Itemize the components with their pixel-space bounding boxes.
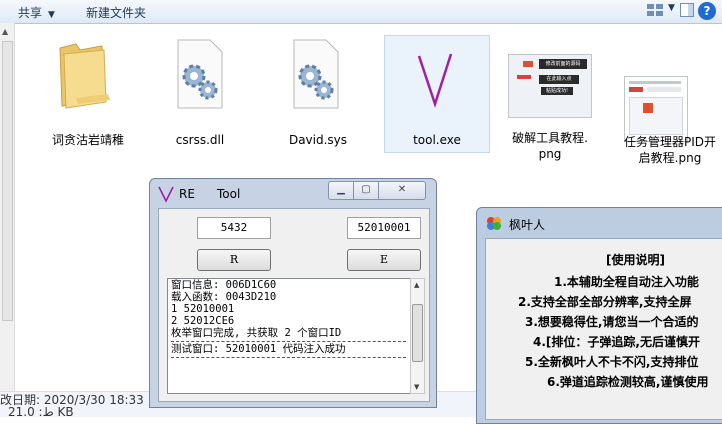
explorer-toolbar: 共享 ▼ 新建文件夹 ▼ ?: [0, 0, 722, 24]
preview-pane-icon[interactable]: [680, 3, 700, 19]
instruction-line: 3.想要稳得住,请您当一个合适的: [525, 315, 699, 329]
minimize-button[interactable]: ▁: [328, 181, 354, 200]
instruction-line: 5.全新枫叶人不卡不闪,支持排位: [525, 355, 699, 369]
scrollbar-thumb[interactable]: [412, 304, 423, 362]
file-label: 任务管理器PID开: [623, 135, 717, 149]
chevron-down-icon: ▼: [48, 10, 55, 20]
log-line: 载入函数: 0043D210: [171, 291, 277, 303]
file-size: ط: 21.0 KB: [8, 405, 74, 419]
re-tool-titlebar[interactable]: RE Tool ▁ ▢ ✕: [150, 179, 436, 207]
tool-exe-logo-icon: [417, 53, 453, 109]
scrollbar-thumb[interactable]: [2, 41, 13, 321]
file-label-ext: png: [538, 147, 562, 161]
file-item-taskmgr-tutorial-png[interactable]: 任务管理器PID开 启教程.png: [618, 34, 722, 165]
e-button[interactable]: E: [347, 249, 421, 271]
thumbnail-bubble-1: 修改前面的源码: [539, 59, 587, 69]
navigation-scrollbar[interactable]: ▲: [0, 23, 15, 391]
gear-file-icon: [293, 39, 339, 109]
thumbnail-bubble-3: 粘贴成功!: [541, 87, 573, 95]
file-label: csrss.dll: [175, 133, 225, 147]
help-icon[interactable]: ?: [698, 2, 716, 20]
thumbnail-bubble-2: 在此输入点: [539, 75, 579, 84]
view-options-icon[interactable]: [646, 3, 666, 19]
re-logo-icon: [158, 186, 174, 203]
file-item-csrss-dll[interactable]: csrss.dll: [152, 34, 248, 154]
r-button[interactable]: R: [197, 249, 271, 271]
thumbnail-marker: [523, 61, 533, 67]
log-separator: [171, 357, 406, 358]
image-thumbnail: [624, 76, 688, 142]
instruction-line: 2.支持全部全部分辨率,支持全屏: [518, 295, 692, 309]
maple-window[interactable]: 枫叶人 [使用说明] 1.本辅助全程自动注入功能 2.支持全部全部分辨率,支持全…: [476, 207, 722, 424]
file-label: David.sys: [288, 133, 348, 147]
instruction-line: 1.本辅助全程自动注入功能: [554, 275, 699, 289]
window-title-tool: Tool: [217, 187, 241, 201]
log-line: 1 52010001: [171, 303, 235, 315]
file-label: 破解工具教程.: [512, 131, 588, 145]
scroll-down-icon[interactable]: ▼: [414, 383, 419, 391]
log-line: 枚举窗口完成, 共获取 2 个窗口ID: [171, 327, 342, 339]
file-label-ext: 启教程.png: [638, 151, 702, 165]
maple-instructions: [使用说明] 1.本辅助全程自动注入功能 2.支持全部全部分辨率,支持全屏 3.…: [485, 238, 722, 420]
instructions-heading: [使用说明]: [606, 253, 665, 267]
new-folder-button[interactable]: 新建文件夹: [86, 4, 146, 21]
file-item-folder[interactable]: 词贪沽岩靖稚: [40, 34, 136, 154]
output-log[interactable]: 窗口信息: 006D1C60 载入函数: 0043D210 1 52010001…: [167, 278, 411, 394]
file-item-crack-tutorial-png[interactable]: 修改前面的源码 在此输入点 粘贴成功! 破解工具教程. png: [500, 34, 600, 164]
re-tool-client: 5432 52010001 R E 窗口信息: 006D1C60 载入函数: 0…: [158, 208, 430, 402]
log-line: 2 52012CE6: [171, 315, 235, 327]
log-line: 测试窗口: 52010001 代码注入成功: [171, 343, 346, 355]
instruction-line: 4.[排位：子弹追踪,无后谨慎开: [533, 335, 700, 349]
file-label: tool.exe: [413, 133, 461, 147]
instruction-line: 6.弹道追踪检测较高,谨慎使用: [547, 375, 709, 389]
pid-input[interactable]: 5432: [197, 217, 271, 239]
window-title: 枫叶人: [509, 218, 546, 232]
file-item-tool-exe[interactable]: tool.exe: [384, 35, 490, 153]
image-thumbnail: 修改前面的源码 在此输入点 粘贴成功!: [508, 54, 592, 118]
log-scrollbar[interactable]: ▲ ▼: [410, 278, 425, 394]
file-label: 词贪沽岩靖稚: [51, 133, 124, 147]
maple-app-icon: [487, 217, 501, 230]
scroll-up-icon[interactable]: ▲: [2, 27, 8, 36]
log-line: 窗口信息: 006D1C60: [171, 279, 277, 291]
re-tool-window[interactable]: RE Tool ▁ ▢ ✕ 5432 52010001 R E 窗口信息: 00…: [149, 178, 437, 408]
share-menu[interactable]: 共享 ▼: [18, 4, 55, 21]
window-id-input[interactable]: 52010001: [347, 217, 421, 239]
close-button[interactable]: ✕: [378, 181, 426, 200]
window-title-re: RE: [179, 187, 195, 201]
file-item-david-sys[interactable]: David.sys: [270, 34, 366, 154]
folder-icon: [59, 43, 110, 109]
maximize-button[interactable]: ▢: [353, 181, 379, 200]
thumbnail-marker: [517, 75, 531, 79]
log-separator: [171, 341, 406, 342]
scroll-up-icon[interactable]: ▲: [414, 281, 419, 289]
gear-file-icon: [177, 39, 223, 109]
